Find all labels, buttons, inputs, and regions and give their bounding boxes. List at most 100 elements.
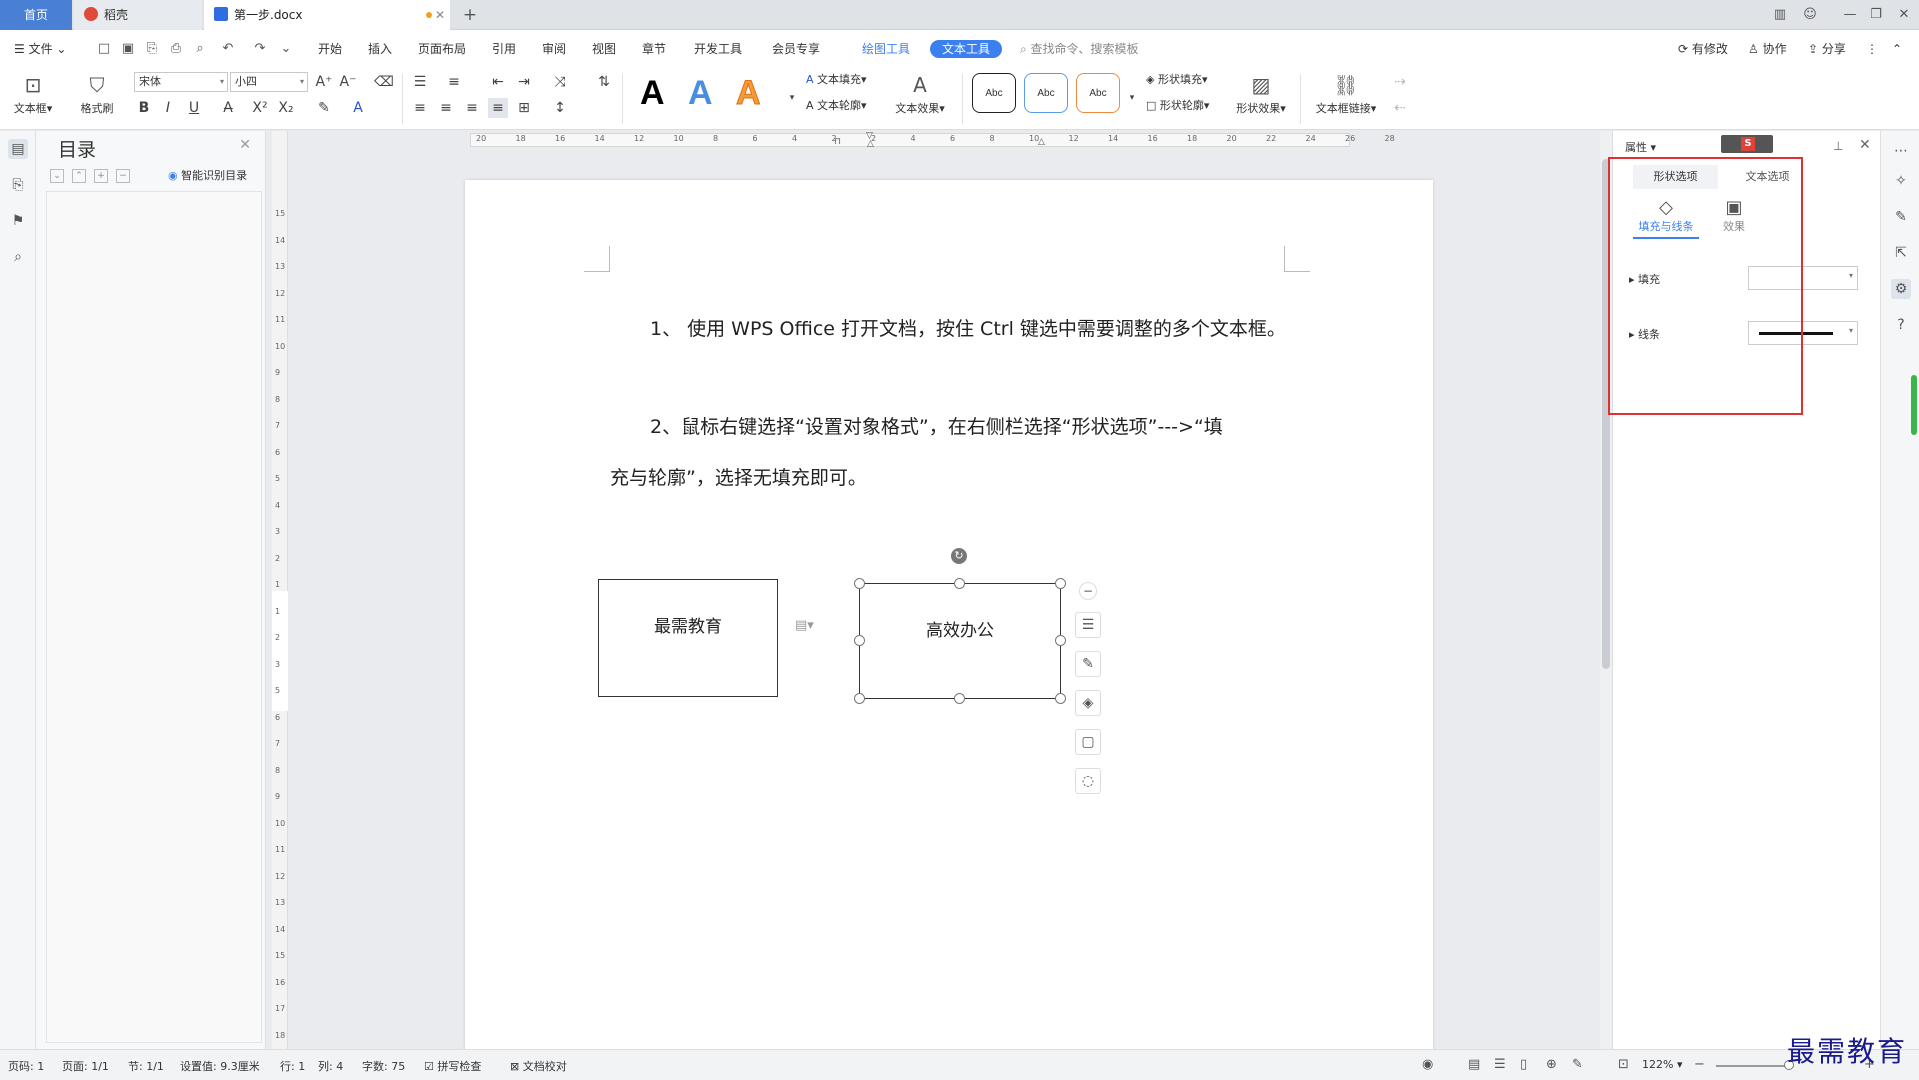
shape-outline-button[interactable]: □ 形状轮廓▾ [1146,96,1209,116]
next-link-icon[interactable]: ⇢ [1390,72,1410,92]
write-view-icon[interactable]: ✎ [1572,1057,1583,1072]
avatar[interactable]: ☺ [1796,0,1824,30]
decrease-indent-icon[interactable]: ⇤ [488,72,508,92]
share-button[interactable]: ⇪ 分享 [1808,40,1846,58]
customize-icon[interactable]: ⌄ [278,41,294,57]
paragraph-2-line-1[interactable]: 2、鼠标右键选择“设置对象格式”，在右侧栏选择“形状选项”--->“填 [650,412,1223,439]
status-setting[interactable]: 设置值: 9.3厘米 [180,1058,260,1074]
pin-icon[interactable]: ⊥ [1833,139,1843,153]
smart-toc-button[interactable]: ◉ 智能识别目录 [168,167,247,183]
tab-daoke[interactable]: 稻壳 [74,0,202,30]
horizontal-ruler[interactable]: 20 18 16 14 12 10 8 6 4 2 2 4 6 8 10 12 14 16 18 20 22 24 26 28… [300,131,1600,149]
font-size-select[interactable]: 小四 ▾ [230,72,308,92]
outline-box-icon[interactable]: ▢ [1075,729,1101,755]
paragraph-2-line-2[interactable]: 充与轮廓”，选择无填充即可。 [610,463,867,490]
underline-icon[interactable]: U [184,98,204,118]
idea-icon[interactable]: ◌ [1075,768,1101,794]
menu-insert[interactable]: 插入 [368,40,392,58]
output-icon[interactable]: ⎘ [144,41,160,57]
paragraph-1[interactable]: 1、 使用 WPS Office 打开文档，按住 Ctrl 键选中需要调整的多个… [650,314,1286,341]
ime-toolbar[interactable]: S [1721,135,1773,153]
fit-page-icon[interactable]: ⊡ [1618,1057,1629,1072]
sort-icon[interactable]: ⇅ [594,72,614,92]
zoom-level[interactable]: 122% ▾ [1642,1058,1682,1071]
menu-review[interactable]: 审阅 [542,40,566,58]
menu-page-layout[interactable]: 页面布局 [418,40,466,58]
command-search[interactable]: ⌕ 查找命令、搜索模板 [1020,40,1139,58]
resize-handle[interactable] [854,578,865,589]
close-tab-icon[interactable]: ✕ [430,0,450,30]
properties-header[interactable]: 属性 ▾ [1625,139,1656,155]
save-icon[interactable]: ▣ [120,41,136,57]
proofread-button[interactable]: ⊠ 文档校对 [510,1058,567,1074]
textbox-button[interactable]: ⊡ 文本框▾ [8,70,58,116]
collab-button[interactable]: ♙ 协作 [1748,40,1787,58]
break-link-icon[interactable]: ⇠ [1390,98,1410,118]
align-left-icon[interactable]: ≡ [410,98,430,118]
spell-check-button[interactable]: ☑ 拼写检查 [424,1058,481,1074]
resize-handle[interactable] [1055,635,1066,646]
status-section[interactable]: 节: 1/1 [128,1058,164,1074]
collapse-ribbon-icon[interactable]: ⌃ [1892,40,1902,58]
outline-view-icon[interactable]: ☰ [1494,1057,1506,1072]
shape-fill-button[interactable]: ◈ 形状填充▾ [1146,70,1208,90]
undo-icon[interactable]: ↶ [220,41,236,57]
web-view-icon[interactable]: ⊕ [1546,1057,1557,1072]
restore-icon[interactable]: ❐ [1862,0,1890,30]
resize-handle[interactable] [854,693,865,704]
rotate-handle-icon[interactable]: ↻ [951,548,967,564]
clear-format-icon[interactable]: ⌫ [374,72,394,92]
zoom-out-icon[interactable]: − [1694,1057,1705,1072]
textbox-1[interactable]: 最需教育 [598,579,778,697]
menu-home[interactable]: 开始 [318,40,342,58]
textbox-2[interactable]: 高效办公 [859,583,1061,699]
italic-icon[interactable]: I [158,98,178,118]
search-icon[interactable]: ⌕ [8,247,28,267]
chapter-icon[interactable]: ⎘ [8,175,28,195]
menu-drawing-tools[interactable]: 绘图工具 [862,40,910,58]
collapse-icon[interactable]: ⌄ [50,169,64,183]
menu-chapter[interactable]: 章节 [642,40,666,58]
vertical-ruler[interactable]: 15 14 13 12 11 10 9 8 7 6 5 4 3 2 1 1 2 3 5 6 7 8 9 10 11 12 13 14 1… [272,131,288,1049]
minimize-icon[interactable]: — [1836,0,1864,30]
file-menu[interactable]: ☰ 文件 ⌄ [14,40,66,58]
superscript-icon[interactable]: X² [250,98,270,118]
font-color-icon[interactable]: A [348,98,368,118]
grow-font-icon[interactable]: A⁺ [314,72,334,92]
zoom-slider[interactable] [1716,1065,1792,1067]
remove-level-icon[interactable]: − [116,169,130,183]
highlight-icon[interactable]: ✎ [314,98,334,118]
text-outline-button[interactable]: A 文本轮廓▾ [806,96,867,116]
format-painter-button[interactable]: ⛉ 格式刷 [72,70,122,116]
bold-icon[interactable]: B [134,98,154,118]
wordart-more-icon[interactable]: ▾ [782,88,802,108]
status-col[interactable]: 列: 4 [318,1058,343,1074]
increase-indent-icon[interactable]: ⇥ [514,72,534,92]
layout-icon[interactable]: ▥ [1766,0,1794,30]
align-right-icon[interactable]: ≡ [462,98,482,118]
pen-icon[interactable]: ✎ [1075,651,1101,677]
shape-style-2[interactable]: Abc [1024,73,1068,113]
numbering-icon[interactable]: ≡ [444,72,464,92]
status-page-number[interactable]: 页码: 1 [8,1058,44,1074]
status-words[interactable]: 字数: 75 [362,1058,405,1074]
distribute-icon[interactable]: ⊞ [514,98,534,118]
font-name-select[interactable]: 宋体 ▾ [134,72,228,92]
print-icon[interactable]: ⎙ [168,41,184,57]
shape-style-3[interactable]: Abc [1076,73,1120,113]
collapse-float-icon[interactable]: − [1079,582,1097,600]
more-tools-icon[interactable]: ⋯ [1891,141,1911,161]
text-direction-icon[interactable]: ⤨ [550,72,570,92]
add-level-icon[interactable]: + [94,169,108,183]
hanging-indent-marker[interactable]: △ [867,139,874,149]
textbox-link-button[interactable]: ⛓ 文本框链接▾ [1310,70,1382,116]
shape-effect-button[interactable]: ▨ 形状效果▾ [1232,70,1290,116]
wordart-black[interactable]: A [640,74,665,113]
properties-icon[interactable]: ⚙ [1891,279,1911,299]
eye-protect-icon[interactable]: ◉ [1422,1057,1433,1072]
line-spacing-icon[interactable]: ↕ [550,98,570,118]
print-preview-icon[interactable]: ⌕ [192,41,208,57]
close-icon[interactable]: ✕ [239,137,251,153]
new-tab-button[interactable]: + [456,0,484,30]
menu-member[interactable]: 会员专享 [772,40,820,58]
